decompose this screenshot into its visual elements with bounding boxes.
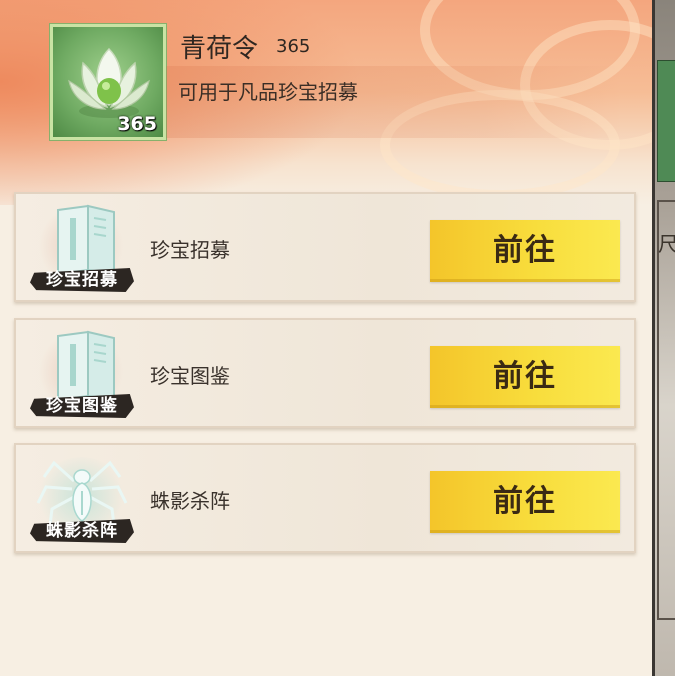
go-button[interactable]: 前往 [430,471,620,533]
background-frame [657,200,675,620]
source-label: 珍宝招募 [150,238,230,262]
lotus-icon [68,47,150,118]
go-button-label: 前往 [493,359,557,394]
go-button[interactable]: 前往 [430,220,620,282]
item-description: 可用于凡品珍宝招募 [178,80,358,104]
source-icon: 珍宝图鉴 [30,326,134,422]
item-name: 青荷令 [180,34,259,64]
source-row-treasure-catalog: 珍宝图鉴 珍宝图鉴 前往 [14,318,636,428]
source-badge-text: 珍宝图鉴 [46,396,118,416]
source-icon: 珍宝招募 [30,200,134,296]
go-button-label: 前往 [493,233,557,268]
source-row-spider-array: 蛛影杀阵 蛛影杀阵 前往 [14,443,636,553]
source-label: 蛛影杀阵 [150,489,230,513]
source-label: 珍宝图鉴 [150,364,230,388]
background-scene: 尺 [651,0,675,676]
source-badge-text: 珍宝招募 [46,270,118,290]
source-icon: 蛛影杀阵 [30,451,134,547]
background-glyph: 尺 [658,232,675,256]
source-row-treasure-recruit: 珍宝招募 珍宝招募 前往 [14,192,636,302]
item-icon-count: 365 [117,113,157,135]
background-green-block [657,60,675,182]
item-source-panel: 365 青荷令 365 可用于凡品珍宝招募 珍宝招募 珍宝招募 前往 珍宝图鉴 … [0,0,652,676]
item-quantity: 365 [276,36,311,57]
go-button[interactable]: 前往 [430,346,620,408]
go-button-label: 前往 [493,484,557,519]
lotus-item-icon[interactable]: 365 [50,24,166,140]
source-badge-text: 蛛影杀阵 [46,521,118,541]
